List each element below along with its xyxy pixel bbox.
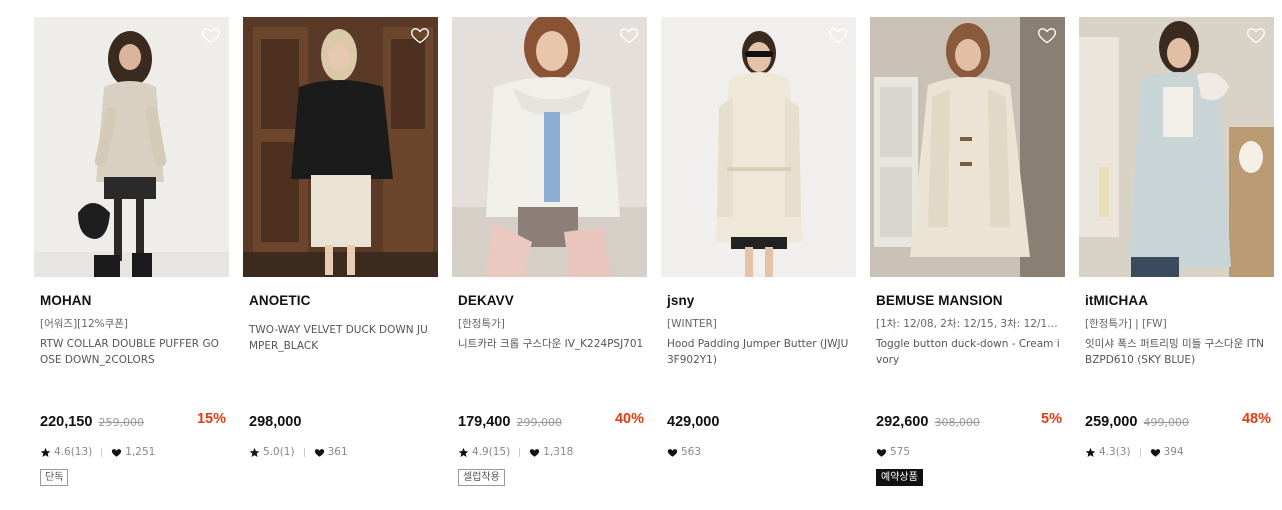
heart-icon xyxy=(1150,448,1160,457)
product-card[interactable]: DEKAVV [한정특가] 니트카라 크롭 구스다운 IV_K224PSJ701… xyxy=(452,17,647,487)
product-name[interactable]: TWO-WAY VELVET DUCK DOWN JUMPER_BLACK xyxy=(249,322,435,354)
like-count: 575 xyxy=(890,446,911,458)
heart-icon xyxy=(112,448,122,457)
price-row: 220,150 259,000 15% xyxy=(40,411,226,430)
product-image[interactable] xyxy=(870,17,1065,277)
product-name[interactable]: RTW COLLAR DOUBLE PUFFER GOOSE DOWN_2COL… xyxy=(40,336,226,368)
heart-icon xyxy=(314,448,324,457)
original-price: 499,000 xyxy=(1143,416,1190,429)
star-icon xyxy=(458,447,469,457)
product-name[interactable]: 잇미샤 폭스 퍼트리밍 미들 구스다운 ITNBZPD610 (SKY BLUE… xyxy=(1085,336,1271,368)
price-row: 429,000 xyxy=(667,411,853,430)
wishlist-button[interactable] xyxy=(828,25,848,45)
divider xyxy=(1139,447,1141,457)
heart-outline-icon xyxy=(1037,28,1057,44)
divider xyxy=(519,447,521,457)
like-count: 361 xyxy=(327,446,348,458)
heart-icon xyxy=(876,448,887,457)
sale-price: 292,600 xyxy=(876,414,929,430)
like-count: 394 xyxy=(1163,446,1184,458)
star-icon xyxy=(249,447,260,457)
heart-outline-icon xyxy=(410,28,430,44)
rating-value: 4.9(15) xyxy=(472,446,511,458)
product-card[interactable]: itMICHAA [한정특가] | [FW] 잇미샤 폭스 퍼트리밍 미들 구스… xyxy=(1079,17,1274,487)
price-row: 298,000 xyxy=(249,411,435,430)
promo-tag: [WINTER] xyxy=(667,318,717,330)
heart-outline-icon xyxy=(828,28,848,44)
product-stats: 4.3(3) 394 xyxy=(1085,445,1184,459)
like-count: 563 xyxy=(681,446,702,458)
original-price: 259,000 xyxy=(98,416,145,429)
rating-value: 5.0(1) xyxy=(263,446,295,458)
rating-value: 4.6(13) xyxy=(54,446,93,458)
promo-tag: [한정특가] | [FW] xyxy=(1085,318,1167,330)
product-card[interactable]: MOHAN [어워즈][12%쿠폰] RTW COLLAR DOUBLE PUF… xyxy=(34,17,229,487)
discount-rate: 15% xyxy=(196,411,226,427)
divider xyxy=(303,447,305,457)
sale-price: 259,000 xyxy=(1085,414,1138,430)
heart-outline-icon xyxy=(1246,28,1266,44)
product-stats: 4.9(15) 1,318 xyxy=(458,445,573,459)
product-card[interactable]: jsny [WINTER] Hood Padding Jumper Butter… xyxy=(661,17,856,487)
brand-name[interactable]: jsny xyxy=(667,293,853,309)
product-image[interactable] xyxy=(452,17,647,277)
wishlist-button[interactable] xyxy=(1246,25,1266,45)
brand-name[interactable]: itMICHAA xyxy=(1085,293,1271,309)
product-grid: MOHAN [어워즈][12%쿠폰] RTW COLLAR DOUBLE PUF… xyxy=(0,0,1282,510)
brand-name[interactable]: ANOETIC xyxy=(249,293,435,309)
product-card[interactable]: BEMUSE MANSION [1차: 12/08, 2차: 12/15, 3차… xyxy=(870,17,1065,487)
heart-icon xyxy=(530,448,540,457)
wishlist-button[interactable] xyxy=(1037,25,1057,45)
promo-tag: [어워즈][12%쿠폰] xyxy=(40,318,129,330)
brand-name[interactable]: BEMUSE MANSION xyxy=(876,293,1062,309)
product-name[interactable]: Toggle button duck-down - Cream ivory xyxy=(876,336,1062,368)
product-stats: 5.0(1) 361 xyxy=(249,445,348,459)
promo-tag: [1차: 12/08, 2차: 12/15, 3차: 12/19 ... xyxy=(876,318,1062,330)
discount-rate: 48% xyxy=(1241,411,1271,427)
like-count: 1,318 xyxy=(543,446,574,458)
price-row: 179,400 299,000 40% xyxy=(458,411,644,430)
rating-value: 4.3(3) xyxy=(1099,446,1131,458)
product-badge: 예약상품 xyxy=(876,469,923,486)
brand-name[interactable]: MOHAN xyxy=(40,293,226,309)
product-badge: 셀럽착용 xyxy=(458,469,505,486)
wishlist-button[interactable] xyxy=(201,25,221,45)
product-image[interactable] xyxy=(1079,17,1274,277)
price-row: 259,000 499,000 48% xyxy=(1085,411,1271,430)
brand-name[interactable]: DEKAVV xyxy=(458,293,644,309)
sale-price: 429,000 xyxy=(667,414,720,430)
sale-price: 179,400 xyxy=(458,414,511,430)
heart-outline-icon xyxy=(201,28,221,44)
wishlist-button[interactable] xyxy=(619,25,639,45)
product-image[interactable] xyxy=(243,17,438,277)
product-image[interactable] xyxy=(34,17,229,277)
product-image[interactable] xyxy=(661,17,856,277)
divider xyxy=(101,447,103,457)
price-row: 292,600 308,000 5% xyxy=(876,411,1062,430)
promo-tag: [한정특가] xyxy=(458,318,505,330)
wishlist-button[interactable] xyxy=(410,25,430,45)
product-stats: 575 xyxy=(876,445,910,459)
discount-rate: 5% xyxy=(1041,411,1062,427)
star-icon xyxy=(1085,447,1096,457)
original-price: 299,000 xyxy=(516,416,563,429)
like-count: 1,251 xyxy=(125,446,156,458)
sale-price: 220,150 xyxy=(40,414,93,430)
product-name[interactable]: Hood Padding Jumper Butter (JWJU3F902Y1) xyxy=(667,336,853,368)
heart-icon xyxy=(667,448,678,457)
product-stats: 4.6(13) 1,251 xyxy=(40,445,155,459)
product-name[interactable]: 니트카라 크롭 구스다운 IV_K224PSJ701 xyxy=(458,336,644,368)
original-price: 308,000 xyxy=(934,416,981,429)
heart-outline-icon xyxy=(619,28,639,44)
product-badge: 단독 xyxy=(40,469,69,486)
product-card[interactable]: ANOETIC TWO-WAY VELVET DUCK DOWN JUMPER_… xyxy=(243,17,438,487)
star-icon xyxy=(40,447,51,457)
discount-rate: 40% xyxy=(614,411,644,427)
sale-price: 298,000 xyxy=(249,414,302,430)
product-stats: 563 xyxy=(667,445,701,459)
